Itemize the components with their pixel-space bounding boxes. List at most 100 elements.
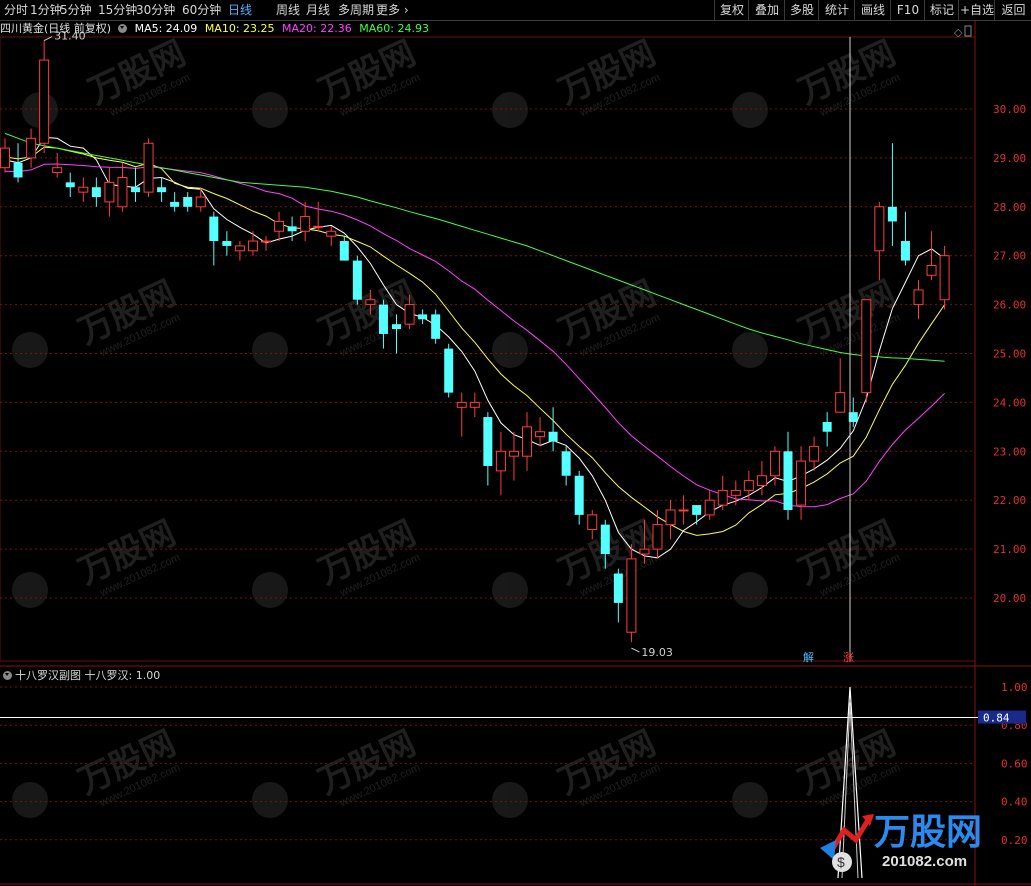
period-tab-1[interactable]: 1分钟 <box>30 2 62 18</box>
candle-72 <box>939 245 950 310</box>
period-tab-6[interactable]: 日线 <box>228 2 252 18</box>
y-tick-6: 24.00 <box>993 396 1026 409</box>
candle-58 <box>756 461 767 496</box>
period-tab-3[interactable]: 15分钟 <box>98 2 137 18</box>
candle-4 <box>52 153 63 178</box>
candle-12 <box>157 177 167 202</box>
y-tick-2: 28.00 <box>993 201 1026 214</box>
candle-9 <box>117 162 128 212</box>
candle-17 <box>222 231 232 256</box>
y-tick-8: 22.00 <box>993 494 1026 507</box>
candle-48 <box>626 544 637 643</box>
candle-11 <box>143 138 154 198</box>
period-toolbar: 分时 1分钟 5分钟 15分钟 30分钟 60分钟 日线 周线 月线 多周期 更多 › 复权 叠加 多股统… <box>0 0 1031 21</box>
main-info-bar: 四川黄金(日线 前复权) MA5: 24.09 MA10: 23.25 MA20… <box>0 21 433 37</box>
sub-tick-0: 1.00 <box>1001 681 1028 694</box>
candle-64 <box>835 358 846 413</box>
toolbar-button-7[interactable]: +自选 <box>958 0 995 20</box>
period-tab-10[interactable]: 更多 › <box>376 2 409 18</box>
y-tick-7: 23.00 <box>993 445 1026 458</box>
y-tick-0: 30.00 <box>993 103 1026 116</box>
watermark-1: 万股网www.201082.com <box>252 34 422 128</box>
candle-19 <box>247 231 258 256</box>
period-tab-7[interactable]: 周线 <box>276 2 300 18</box>
candle-1 <box>13 143 23 183</box>
candle-56 <box>730 480 741 506</box>
brand-logo: $ 万股网 201082.com <box>820 811 982 872</box>
candle-25 <box>326 226 337 246</box>
y-tick-1: 29.00 <box>993 152 1026 165</box>
sub-dropdown-icon[interactable] <box>3 671 12 680</box>
candle-54 <box>704 490 715 520</box>
candle-18 <box>234 241 245 261</box>
candle-41 <box>535 417 546 447</box>
candle-55 <box>717 475 728 510</box>
ma20-value: MA20: 22.36 <box>282 22 352 35</box>
watermark-10: 万股网www.201082.com <box>492 514 662 608</box>
candle-26 <box>339 236 349 261</box>
watermark-3: 万股网www.201082.com <box>732 34 902 128</box>
toolbar-button-6[interactable]: 标记 <box>924 0 959 20</box>
candle-27 <box>352 255 362 305</box>
candle-20 <box>261 236 271 251</box>
sub-tick-2: 0.60 <box>1001 757 1028 770</box>
candle-35 <box>456 392 467 437</box>
toolbar-button-1[interactable]: 叠加 <box>748 0 785 20</box>
ma5-value: MA5: 24.09 <box>134 22 198 35</box>
toolbar-button-8[interactable]: 返回 <box>994 0 1031 20</box>
watermark-9: 万股网www.201082.com <box>252 514 422 608</box>
candle-6 <box>78 177 89 202</box>
candle-71 <box>926 231 937 281</box>
period-tab-4[interactable]: 30分钟 <box>136 2 175 18</box>
candle-61 <box>796 446 807 520</box>
candle-51 <box>665 500 676 540</box>
svg-text:万股网: 万股网 <box>874 811 982 852</box>
candle-45 <box>587 509 598 540</box>
watermark-2: 万股网www.201082.com <box>492 34 662 128</box>
candle-33 <box>431 309 441 344</box>
candle-62 <box>809 436 820 471</box>
watermark-8: 万股网www.201082.com <box>12 514 182 608</box>
toolbar-button-0[interactable]: 复权 <box>714 0 749 20</box>
y-tick-3: 27.00 <box>993 250 1026 263</box>
kline-chart[interactable]: 万股网www.201082.com 万股网www.201082.com 万股网www… <box>0 0 1031 886</box>
candle-67 <box>874 201 885 281</box>
stock-title[interactable]: 四川黄金(日线 前复权) <box>0 22 111 35</box>
candle-5 <box>65 172 75 198</box>
candle-68 <box>887 143 897 246</box>
toolbar-button-3[interactable]: 统计 <box>818 0 855 20</box>
period-tab-8[interactable]: 月线 <box>306 2 330 18</box>
diamond-icon[interactable]: ◇ <box>954 26 963 39</box>
toolbar-button-5[interactable]: F10 <box>890 0 925 20</box>
svg-text:$: $ <box>837 854 845 870</box>
toolbar-button-2[interactable]: 多股 <box>784 0 819 20</box>
settings-dropdown-icon[interactable] <box>118 24 128 33</box>
candle-13 <box>170 192 180 212</box>
candle-15 <box>195 187 206 212</box>
period-tab-0[interactable]: 分时 <box>4 2 28 18</box>
candle-34 <box>444 343 454 398</box>
candle-38 <box>495 431 506 496</box>
candle-23 <box>300 201 311 242</box>
candle-14 <box>183 192 193 212</box>
candle-42 <box>548 407 558 452</box>
candle-70 <box>913 280 924 320</box>
candle-21 <box>274 211 285 242</box>
candle-37 <box>483 412 493 486</box>
y-tick-4: 26.00 <box>993 299 1026 312</box>
candle-69 <box>900 211 910 266</box>
period-tab-5[interactable]: 60分钟 <box>182 2 221 18</box>
toolbar-button-4[interactable]: 画线 <box>854 0 891 20</box>
period-tab-9[interactable]: 多周期 <box>338 2 374 18</box>
candle-40 <box>522 412 532 471</box>
candle-43 <box>561 446 571 486</box>
period-tab-2[interactable]: 5分钟 <box>60 2 92 18</box>
sub-info-bar: 十八罗汉副图 十八罗汉: 1.00 <box>0 668 160 684</box>
zhang-marker: 涨 <box>843 651 854 664</box>
ma60-value: MA60: 24.93 <box>359 22 429 35</box>
y-tick-10: 20.00 <box>993 592 1026 605</box>
sub-title[interactable]: 十八罗汉副图 <box>15 669 81 682</box>
svg-text:201082.com: 201082.com <box>882 853 967 870</box>
candle-47 <box>613 568 623 623</box>
watermark-11: 万股网www.201082.com <box>732 514 902 608</box>
